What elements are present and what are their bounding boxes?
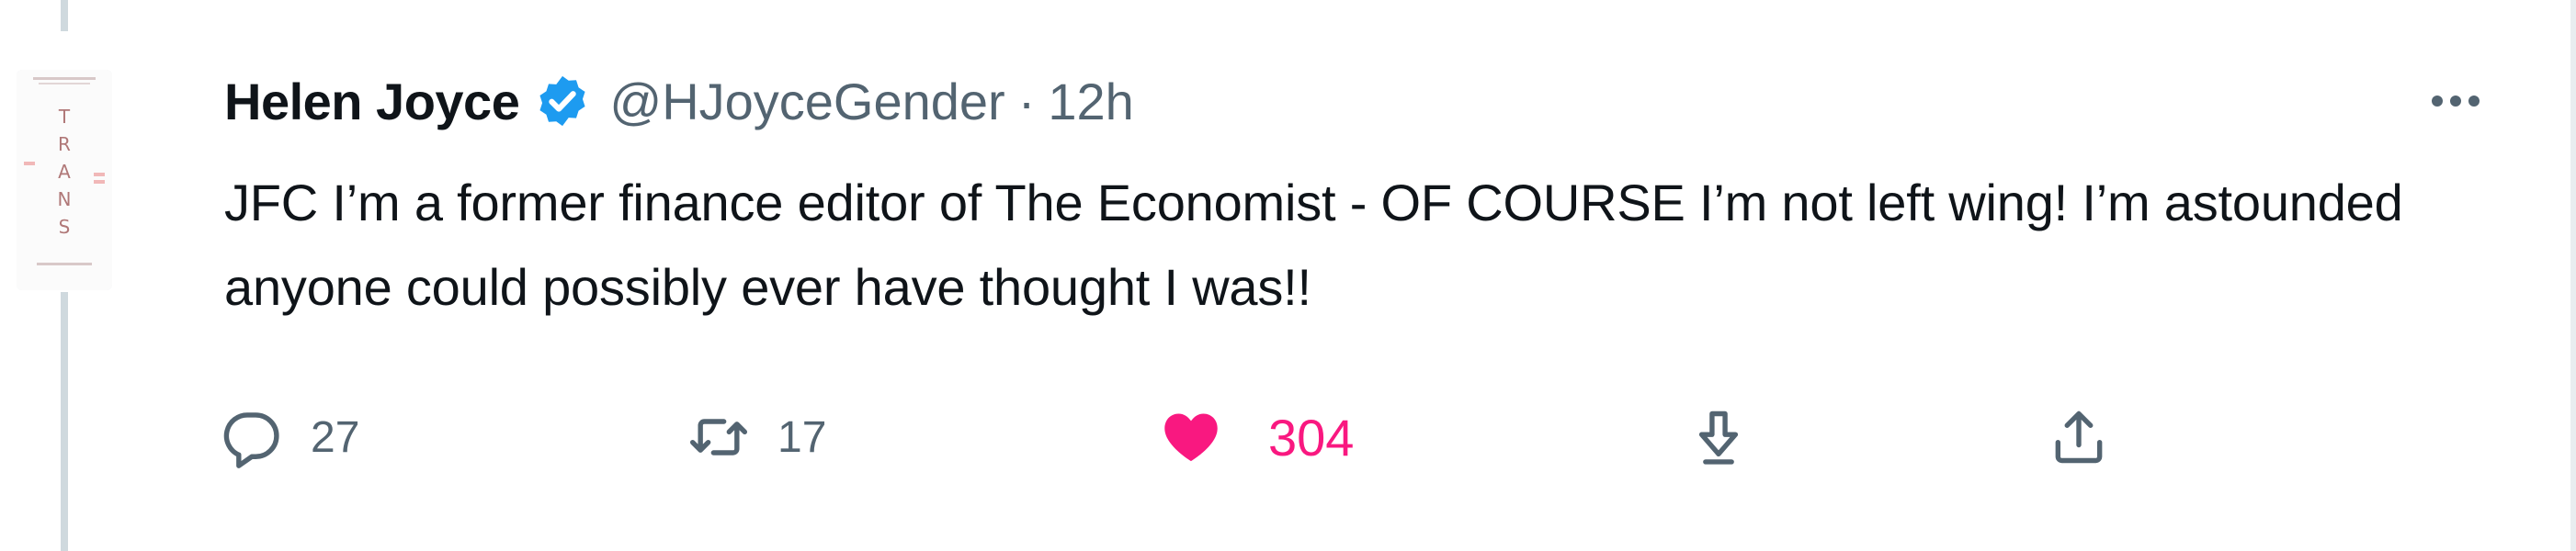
share-icon — [2048, 406, 2110, 468]
tweet-timestamp[interactable]: 12h — [1048, 72, 1133, 131]
more-icon — [2432, 96, 2480, 107]
reply-button[interactable]: 27 — [221, 400, 359, 474]
heart-icon — [1160, 406, 1222, 468]
avatar[interactable]: T R A N S — [17, 70, 112, 290]
thread-connector-line — [61, 292, 68, 551]
svg-text:T: T — [58, 106, 71, 128]
svg-text:A: A — [58, 161, 71, 183]
tweet-header: Helen Joyce @HJoyceGender · 12h — [224, 64, 1134, 138]
reply-count: 27 — [311, 412, 360, 462]
retweet-button[interactable]: 17 — [687, 400, 826, 474]
share-button[interactable] — [2048, 400, 2110, 474]
reply-icon — [221, 406, 283, 468]
author-handle[interactable]: @HJoyceGender — [609, 72, 1004, 131]
retweet-icon — [687, 406, 750, 468]
bookmark-button[interactable] — [1687, 400, 1750, 474]
bookmark-download-icon — [1687, 406, 1750, 468]
like-count: 304 — [1268, 408, 1355, 467]
verified-badge-icon — [534, 73, 591, 129]
svg-text:R: R — [58, 133, 71, 155]
right-frame-border — [2570, 0, 2576, 551]
more-options-button[interactable] — [2421, 73, 2491, 129]
thread-connector-line — [61, 0, 68, 31]
author-display-name[interactable]: Helen Joyce — [224, 72, 520, 131]
svg-text:N: N — [58, 188, 72, 210]
avatar-book-cover-image: T R A N S — [17, 70, 112, 290]
svg-text:S: S — [59, 216, 71, 238]
tweet-text: JFC I’m a former finance editor of The E… — [224, 174, 2417, 316]
retweet-count: 17 — [777, 412, 827, 462]
like-button[interactable]: 304 — [1160, 400, 1354, 474]
header-separator: · — [1017, 72, 1036, 130]
